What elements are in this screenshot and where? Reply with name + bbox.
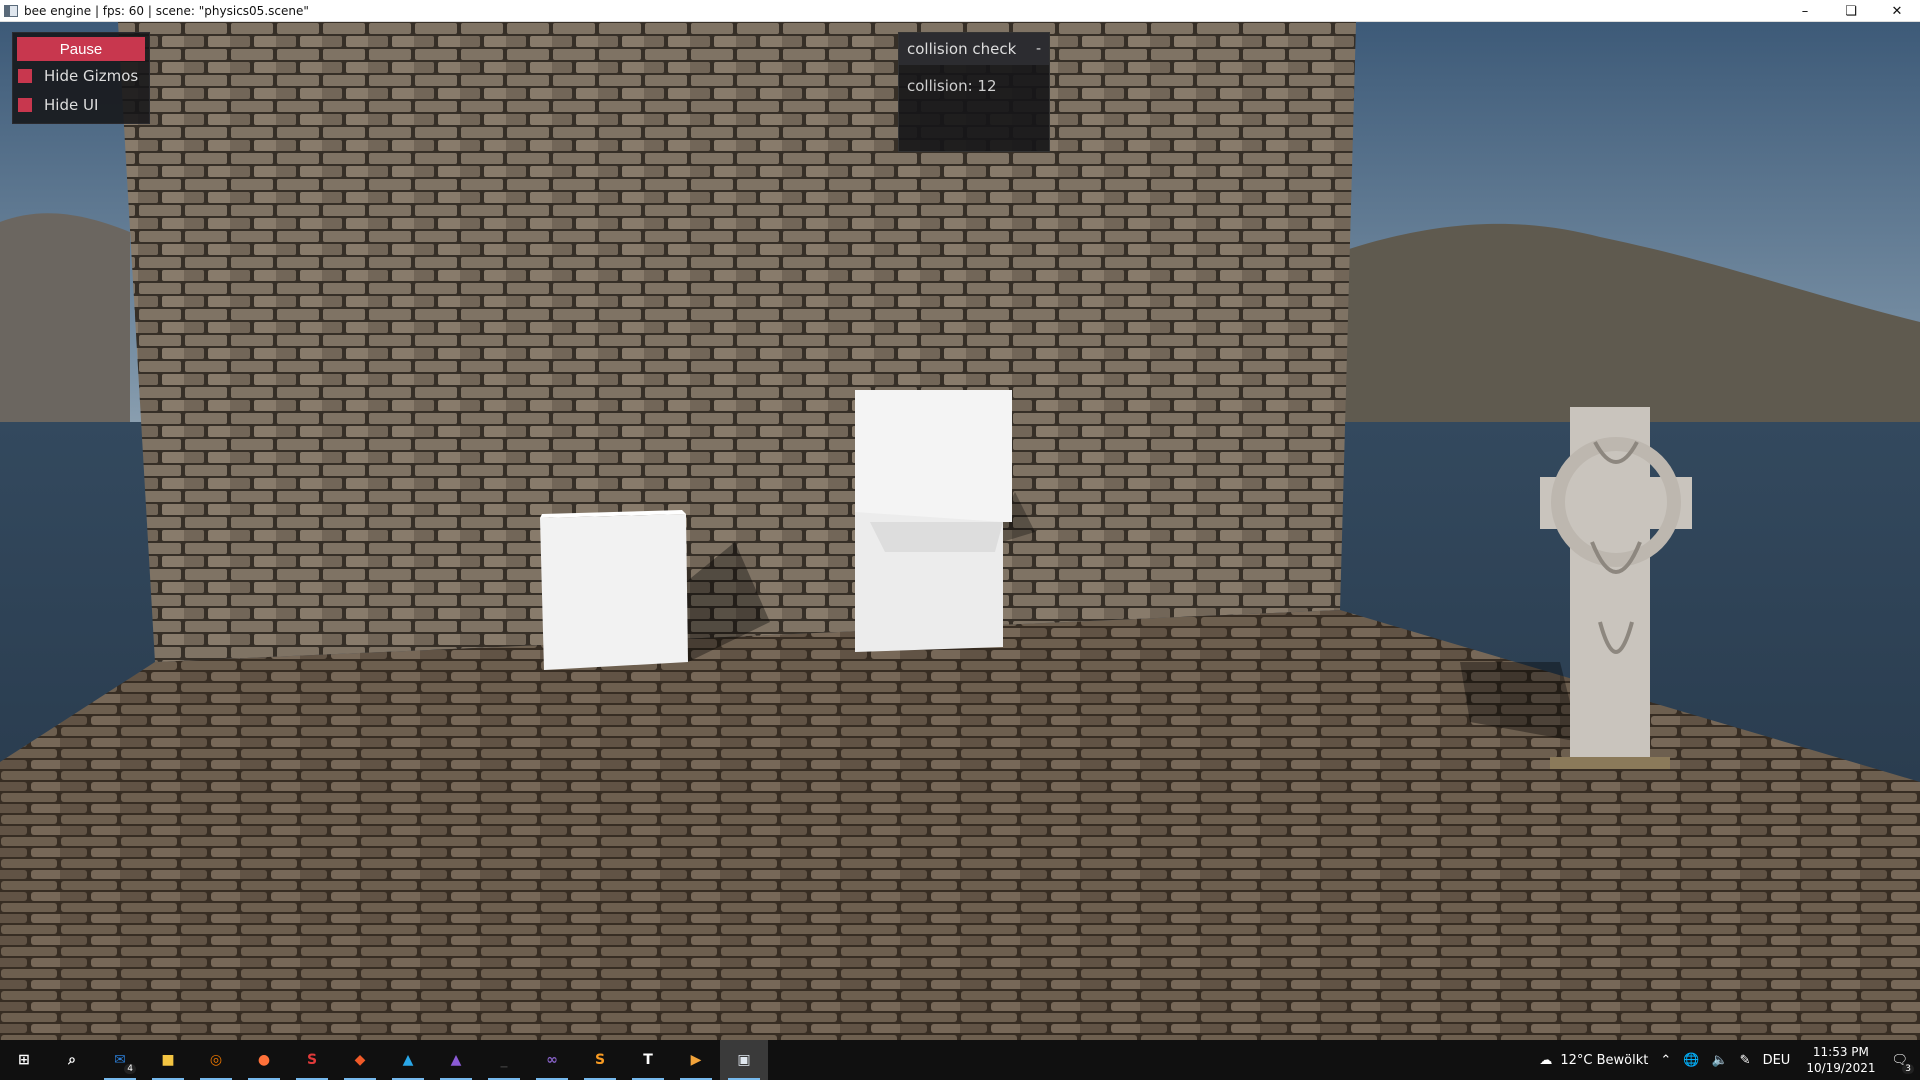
hide-gizmos-toggle[interactable]: Hide Gizmos: [18, 65, 138, 87]
close-button[interactable]: ✕: [1874, 0, 1920, 22]
collision-check-title: collision check: [907, 40, 1017, 58]
clock[interactable]: 11:53 PM 10/19/2021: [1806, 1044, 1875, 1076]
minimize-button[interactable]: –: [1782, 0, 1828, 22]
file-explorer-icon-glyph: ■: [161, 1052, 175, 1068]
window-title: bee engine | fps: 60 | scene: "physics05…: [24, 3, 309, 18]
hide-gizmos-label: Hide Gizmos: [44, 67, 139, 85]
app-window-icon: [4, 4, 18, 17]
clock-time: 11:53 PM: [1812, 1045, 1869, 1059]
language-indicator[interactable]: DEU: [1763, 1053, 1791, 1068]
windows-taskbar: ⊞ ⌕ ✉ 4 ■ ◎ ● S ◆ ▲ ▲ _ ∞ S T ▶ ▣ ☁ 12°C Bewölkt ⌃ 🌐 🔈 ✎…: [0, 1040, 1920, 1080]
sublime-text-icon-glyph: S: [594, 1052, 606, 1068]
affinity-designer-icon-glyph: ▲: [402, 1052, 414, 1068]
window-titlebar: bee engine | fps: 60 | scene: "physics05…: [0, 0, 1920, 22]
visual-studio-icon[interactable]: ∞: [528, 1040, 576, 1080]
chevron-up-icon[interactable]: ⌃: [1660, 1053, 1671, 1068]
volume-icon[interactable]: 🔈: [1711, 1053, 1727, 1068]
firefox-icon-glyph: ●: [257, 1052, 271, 1068]
pause-button[interactable]: Pause: [17, 37, 145, 61]
restore-button[interactable]: ❏: [1828, 0, 1874, 22]
window-controls: – ❏ ✕: [1782, 0, 1920, 22]
notification-count: 3: [1902, 1063, 1914, 1074]
clock-date: 10/19/2021: [1806, 1061, 1876, 1075]
terminal-icon-glyph: _: [500, 1052, 508, 1068]
weather-widget[interactable]: ☁ 12°C Bewölkt: [1539, 1053, 1648, 1068]
collision-check-header[interactable]: collision check -: [899, 33, 1049, 65]
media-player-icon-glyph: ▶: [690, 1052, 702, 1068]
scene-render: [0, 22, 1920, 1040]
start-glyph: ⊞: [18, 1052, 30, 1068]
blender-icon-glyph: ◎: [209, 1052, 223, 1068]
search-icon[interactable]: ⌕: [48, 1040, 96, 1080]
app-s-icon-glyph: S: [306, 1052, 318, 1068]
start-button[interactable]: ⊞: [0, 1040, 48, 1080]
sublime-text-icon[interactable]: S: [576, 1040, 624, 1080]
visual-studio-icon-glyph: ∞: [546, 1052, 558, 1068]
system-tray: ☁ 12°C Bewölkt ⌃ 🌐 🔈 ✎ DEU 11:53 PM 10/1…: [1533, 1040, 1920, 1080]
bee-engine-taskbar-icon[interactable]: ▣: [720, 1040, 768, 1080]
mail-badge: 4: [124, 1064, 136, 1074]
mail-icon[interactable]: ✉ 4: [96, 1040, 144, 1080]
app-orange-icon[interactable]: ◆: [336, 1040, 384, 1080]
engine-control-panel: Pause Hide Gizmos Hide UI: [12, 32, 150, 124]
hide-ui-label: Hide UI: [44, 96, 99, 114]
firefox-icon[interactable]: ●: [240, 1040, 288, 1080]
hide-ui-checkbox[interactable]: [18, 98, 32, 112]
affinity-designer-icon[interactable]: ▲: [384, 1040, 432, 1080]
terminal-icon[interactable]: _: [480, 1040, 528, 1080]
typora-icon[interactable]: T: [624, 1040, 672, 1080]
weather-icon: ☁: [1539, 1052, 1553, 1068]
file-explorer-icon[interactable]: ■: [144, 1040, 192, 1080]
hide-ui-toggle[interactable]: Hide UI: [18, 94, 98, 116]
search-icon-glyph: ⌕: [68, 1052, 76, 1068]
hide-gizmos-checkbox[interactable]: [18, 69, 32, 83]
app-s-icon[interactable]: S: [288, 1040, 336, 1080]
media-player-icon[interactable]: ▶: [672, 1040, 720, 1080]
blender-icon[interactable]: ◎: [192, 1040, 240, 1080]
collision-count: collision: 12: [907, 77, 997, 95]
typora-icon-glyph: T: [643, 1052, 653, 1068]
bee-engine-taskbar-icon-glyph: ▣: [737, 1052, 751, 1068]
weather-text: 12°C Bewölkt: [1560, 1052, 1649, 1068]
app-orange-icon-glyph: ◆: [354, 1052, 366, 1068]
network-icon[interactable]: 🌐: [1683, 1053, 1699, 1068]
pen-icon[interactable]: ✎: [1740, 1053, 1751, 1068]
taskbar-apps: ⊞ ⌕ ✉ 4 ■ ◎ ● S ◆ ▲ ▲ _ ∞ S T ▶ ▣: [0, 1040, 768, 1080]
collision-check-window: collision check - collision: 12: [898, 32, 1050, 152]
collapse-button[interactable]: -: [1036, 41, 1041, 57]
affinity-photo-icon[interactable]: ▲: [432, 1040, 480, 1080]
affinity-photo-icon-glyph: ▲: [450, 1052, 462, 1068]
notification-center-icon[interactable]: 🗨 3: [1891, 1053, 1914, 1074]
scene-viewport[interactable]: Pause Hide Gizmos Hide UI collision chec…: [0, 22, 1920, 1040]
